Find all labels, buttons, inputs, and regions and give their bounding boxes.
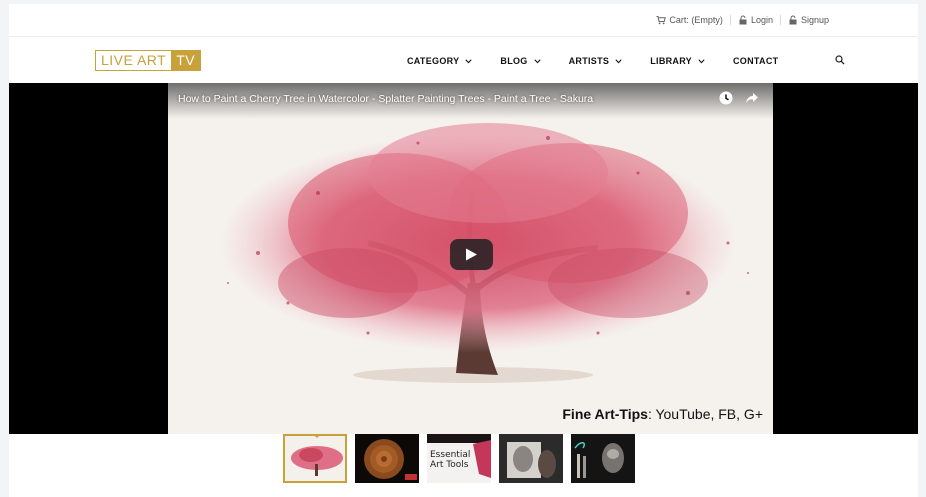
thumbnail-image <box>355 434 419 483</box>
nav-artists[interactable]: ARTISTS <box>569 56 623 66</box>
share-icon[interactable] <box>745 91 759 105</box>
site-logo[interactable]: LIVE ART TV <box>95 50 202 71</box>
nav-library[interactable]: LIBRARY <box>650 56 705 66</box>
utility-bar: Cart: (Empty) Login Signup <box>9 4 918 37</box>
nav-contact[interactable]: CONTACT <box>733 56 778 66</box>
video-thumbnails: Essential Art Tools <box>283 434 635 483</box>
video-title[interactable]: How to Paint a Cherry Tree in Watercolor… <box>178 93 593 105</box>
signup-label: Signup <box>800 15 829 25</box>
nav-label: CATEGORY <box>407 56 460 66</box>
nav-label: BLOG <box>500 56 528 66</box>
site-header: LIVE ART TV CATEGORY BLOG ARTISTS LIBRAR… <box>9 37 918 83</box>
thumbnail-portrait-drawing[interactable] <box>499 434 563 483</box>
play-icon <box>466 248 477 261</box>
account-links: Cart: (Empty) Login Signup <box>656 15 829 25</box>
login-label: Login <box>750 15 773 25</box>
divider <box>729 15 731 25</box>
lock-icon <box>739 15 747 25</box>
logo-text-badge: TV <box>171 51 201 70</box>
nav-category[interactable]: CATEGORY <box>407 56 473 66</box>
nav-label: ARTISTS <box>568 56 610 66</box>
cart-icon <box>656 16 667 25</box>
watermark-text: : YouTube, FB, G+ <box>647 406 763 422</box>
play-button[interactable] <box>450 239 493 270</box>
signup-link[interactable]: Signup <box>788 15 829 25</box>
thumbnail-caption-line2: Art Tools <box>430 460 469 470</box>
chevron-down-icon <box>465 58 473 63</box>
thumbnail-cherry-tree[interactable] <box>283 434 347 483</box>
video-actions <box>719 91 759 105</box>
thumbnail-art-portraits[interactable] <box>571 434 635 483</box>
thumbnail-image <box>499 434 563 483</box>
thumbnail-image <box>285 436 345 481</box>
nav-label: LIBRARY <box>650 56 692 66</box>
thumbnail-wood-slice[interactable] <box>355 434 419 483</box>
cart-link[interactable]: Cart: (Empty) <box>656 15 723 25</box>
chevron-down-icon <box>534 58 541 63</box>
thumbnail-essential-art-tools[interactable]: Essential Art Tools <box>427 434 491 483</box>
watermark-brand: Fine Art-Tips <box>562 406 648 422</box>
cart-label: Cart: (Empty) <box>669 15 723 25</box>
chevron-down-icon <box>615 58 622 63</box>
thumbnail-image <box>571 434 635 483</box>
chevron-down-icon <box>698 58 705 63</box>
video-frame[interactable]: How to Paint a Cherry Tree in Watercolor… <box>168 83 773 434</box>
thumbnail-caption: Essential Art Tools <box>430 450 470 470</box>
page: Cart: (Empty) Login Signup LIVE ART TV C… <box>9 4 918 497</box>
lock-icon <box>789 15 797 25</box>
channel-watermark: Fine Art-Tips: YouTube, FB, G+ <box>562 406 763 422</box>
logo-text: LIVE ART <box>101 52 167 68</box>
login-link[interactable]: Login <box>738 15 773 25</box>
video-player: How to Paint a Cherry Tree in Watercolor… <box>9 83 918 434</box>
watch-later-icon[interactable] <box>719 91 733 105</box>
nav-blog[interactable]: BLOG <box>500 56 541 66</box>
nav-label: CONTACT <box>732 56 779 66</box>
main-nav: CATEGORY BLOG ARTISTS LIBRARY CONTACT <box>407 56 806 66</box>
search-icon[interactable] <box>835 55 845 65</box>
thumbnail-caption-line1: Essential <box>430 450 471 460</box>
divider <box>779 15 781 25</box>
